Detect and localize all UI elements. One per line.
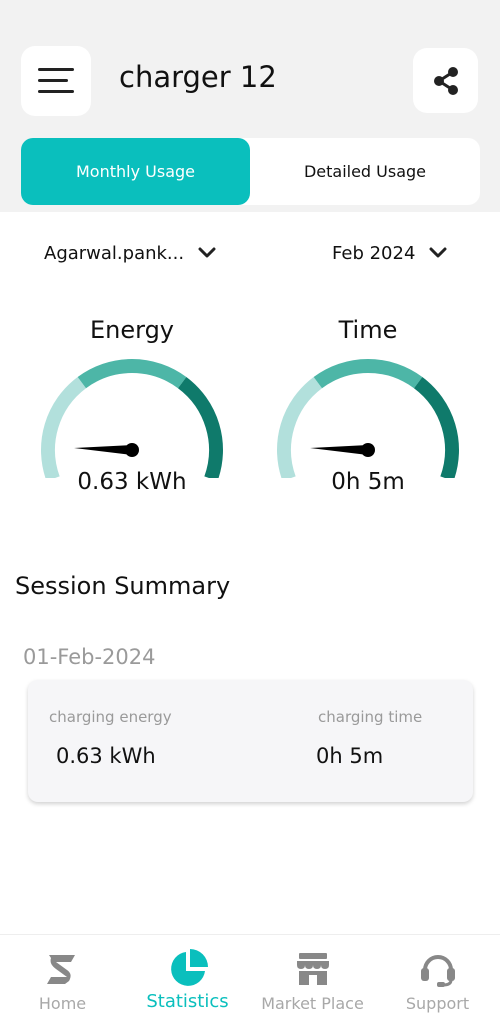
time-gauge-needle <box>310 445 369 455</box>
home-icon <box>46 955 75 984</box>
energy-gauge-value: 0.63 kWh <box>77 469 187 495</box>
time-gauge-dial <box>277 359 459 478</box>
hamburger-menu-icon-line <box>38 79 68 82</box>
market-place-icon <box>296 953 329 985</box>
session-date: 01-Feb-2024 <box>23 645 156 669</box>
time-gauge-hub <box>361 443 375 457</box>
energy-gauge: Energy 0.63 kWh <box>32 314 232 504</box>
month-dropdown-value: Feb 2024 <box>332 242 416 264</box>
charging-time-value: 0h 5m <box>316 744 384 768</box>
nav-label-market-place: Market Place <box>261 994 364 1013</box>
nav-label-home: Home <box>38 994 87 1013</box>
charging-energy-value: 0.63 kWh <box>56 744 156 768</box>
energy-gauge-dial <box>41 359 223 478</box>
session-card[interactable]: charging energy 0.63 kWh charging time 0… <box>28 680 473 802</box>
share-icon <box>433 66 458 95</box>
bottom-nav: Home Statistics Market Place Support <box>0 934 500 1024</box>
share-button[interactable] <box>413 48 478 113</box>
nav-item-market-place[interactable]: Market Place <box>250 935 375 1024</box>
energy-gauge-arc-low <box>41 377 87 478</box>
time-gauge-arc-low <box>277 377 323 478</box>
charging-time-label: charging time <box>318 708 423 726</box>
energy-gauge-title: Energy <box>89 316 175 344</box>
nav-item-support[interactable]: Support <box>375 935 500 1024</box>
energy-gauge-arc-high <box>177 377 223 478</box>
hamburger-menu-icon-line <box>38 90 74 93</box>
time-gauge-title: Time <box>338 316 398 344</box>
time-gauge-arc-mid <box>313 359 423 389</box>
nav-label-support: Support <box>405 994 470 1013</box>
tab-detailed-usage[interactable]: Detailed Usage <box>250 138 480 205</box>
tab-monthly-usage[interactable]: Monthly Usage <box>21 138 250 205</box>
page-title: charger 12 <box>119 60 277 94</box>
menu-button[interactable] <box>21 46 91 116</box>
energy-gauge-arc-mid <box>77 359 187 389</box>
month-dropdown[interactable]: Feb 2024 <box>332 240 447 266</box>
usage-tabs: Monthly Usage Detailed Usage <box>21 138 480 205</box>
nav-label-statistics: Statistics <box>146 991 229 1012</box>
energy-gauge-hub <box>125 443 139 457</box>
section-title-session-summary: Session Summary <box>15 572 231 600</box>
time-gauge: Time 0h 5m <box>268 314 468 504</box>
chevron-down-icon <box>429 247 447 259</box>
nav-item-home[interactable]: Home <box>0 935 125 1024</box>
support-icon <box>420 955 455 987</box>
time-gauge-arc-high <box>413 377 459 478</box>
user-dropdown-value: Agarwal.pank... <box>44 242 185 264</box>
nav-item-statistics[interactable]: Statistics <box>125 935 250 1024</box>
user-dropdown[interactable]: Agarwal.pank... <box>44 240 216 266</box>
statistics-icon <box>170 949 208 986</box>
energy-gauge-needle <box>74 445 133 455</box>
charging-energy-label: charging energy <box>49 708 172 726</box>
chevron-down-icon <box>198 247 216 259</box>
time-gauge-value: 0h 5m <box>331 469 405 495</box>
hamburger-menu-icon <box>38 68 74 71</box>
